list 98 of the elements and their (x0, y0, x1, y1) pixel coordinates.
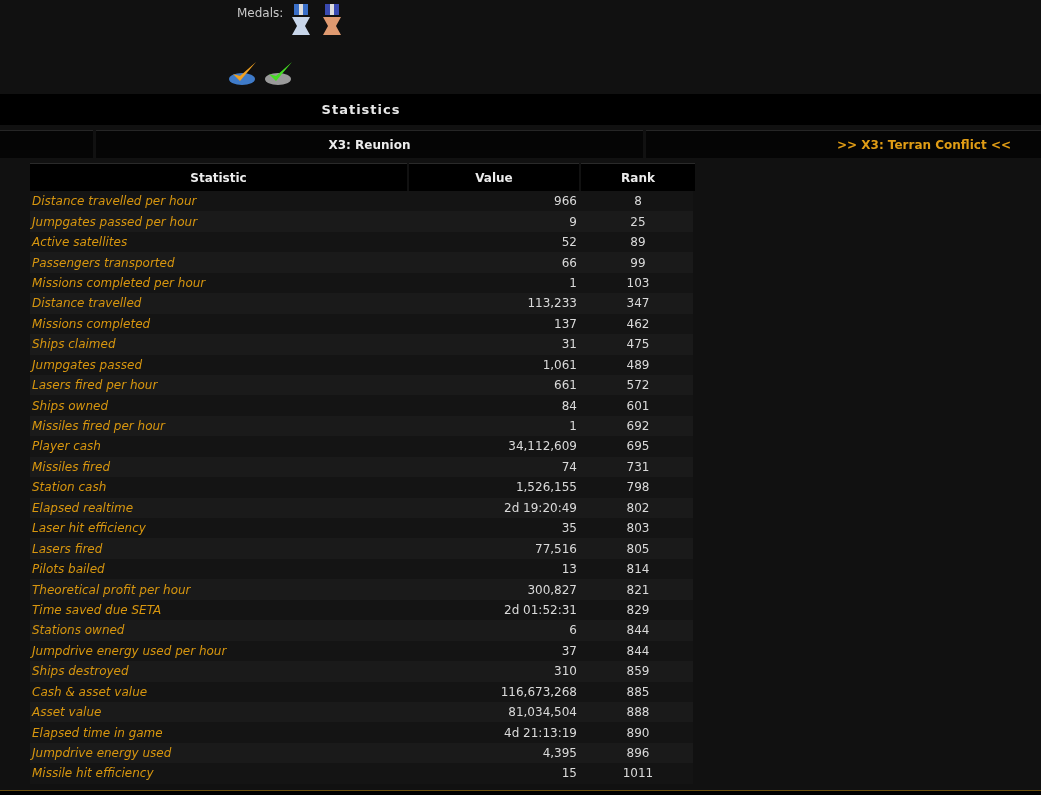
table-cell-text: Missions completed per hour (31, 274, 207, 292)
table-cell-text: 731 (625, 458, 651, 476)
table-cell-text: 601 (625, 397, 651, 415)
table-cell-text: Active satellites (30, 234, 129, 252)
table-cell-text: Ships destroyed (31, 663, 130, 681)
table-cell-text: 2d 19:20:49 (503, 499, 578, 517)
table-cell-text: Cash & asset value (31, 683, 149, 701)
table-cell-text: 966 (553, 193, 578, 211)
table-cell-text: 888 (625, 704, 651, 722)
table-cell-text: 475 (625, 336, 651, 354)
table-cell-text: 116,673,268 (499, 683, 578, 701)
column-header: Value (409, 163, 579, 191)
table-cell-text: Laser hit efficiency (31, 520, 147, 538)
table-cell-text: 1,526,155 (514, 479, 578, 497)
table-cell-text: 52 (560, 234, 578, 252)
table-cell-text: 137 (553, 315, 578, 333)
table-cell-text: Distance travelled per hour (31, 193, 198, 211)
table-cell-text: Missile hit efficiency (31, 765, 155, 783)
table-cell-text: 489 (625, 356, 651, 374)
table-cell-text: 462 (625, 315, 651, 333)
table-cell-text: Elapsed time in game (31, 724, 164, 742)
table-cell-text: 798 (625, 479, 651, 497)
table-cell-text: Jumpgates passed per hour (30, 213, 199, 231)
table-cell-text: 896 (625, 745, 651, 763)
table-cell-text: 347 (625, 295, 651, 313)
table-cell-text: Lasers fired per hour (31, 377, 159, 395)
table-cell-text: 844 (625, 622, 651, 640)
table-cell-text: Jumpgates passed (30, 356, 144, 374)
table-cell-text: Jumpdrive energy used per hour (30, 642, 228, 660)
section-title: Statistics (320, 102, 402, 117)
table-cell-text: Jumpdrive energy used (30, 745, 173, 763)
table-cell-text: 1011 (621, 765, 655, 783)
table-cell-text: Passengers transported (31, 254, 176, 272)
table-cell-text: 77,516 (534, 540, 578, 558)
table-cell-text: 572 (625, 377, 651, 395)
table-cell-text: Ships owned (31, 397, 109, 415)
table-cell-text: 1 (568, 274, 578, 292)
table-cell-text: 1 (568, 418, 578, 436)
table-cell-text: 310 (553, 663, 578, 681)
medal-icon (291, 4, 312, 36)
tab[interactable]: X3: Reunion (96, 130, 643, 158)
table-cell-text: 89 (629, 234, 647, 252)
table-cell-text: Asset value (30, 704, 103, 722)
table-cell-text: Time saved due SETA (31, 601, 163, 619)
table-cell-text: 15 (560, 765, 578, 783)
checkmark-icon (228, 60, 258, 86)
table-cell-text: 37 (560, 642, 578, 660)
table-cell-text: 300,827 (526, 581, 578, 599)
table-cell-text: 814 (625, 561, 651, 579)
table-cell-text: 35 (560, 520, 578, 538)
table-cell-text: Theoretical profit per hour (31, 581, 192, 599)
table-cell-text: 692 (625, 418, 651, 436)
table-cell-text: 103 (625, 274, 651, 292)
column-header: Rank (581, 163, 695, 191)
table-cell-text: 4d 21:13:19 (503, 724, 578, 742)
table-cell-text: 661 (553, 377, 578, 395)
table-cell-text: Distance travelled (31, 295, 143, 313)
table-cell-text: 1,061 (541, 356, 578, 374)
table-cell-text: Pilots bailed (31, 561, 106, 579)
checkmark-icon (264, 60, 294, 86)
table-cell-text: 821 (625, 581, 651, 599)
table-cell-text: 890 (625, 724, 651, 742)
table-cell-text: Player cash (31, 438, 102, 456)
table-cell-text: 803 (625, 520, 651, 538)
column-header: Statistic (30, 163, 407, 191)
medal-icon (322, 4, 343, 36)
medals-label: Medals: (237, 6, 284, 20)
table-cell-text: 6 (568, 622, 578, 640)
table-cell-text: 84 (560, 397, 578, 415)
table-cell-text: Stations owned (31, 622, 126, 640)
table-cell-text: Missions completed (31, 315, 152, 333)
table-cell-text: 25 (629, 213, 647, 231)
table-cell-text: 31 (560, 336, 578, 354)
table-cell-text: 844 (625, 642, 651, 660)
table-cell-text: 695 (625, 438, 651, 456)
table-cell-text: 74 (560, 458, 578, 476)
tab-link[interactable]: >> X3: Terran Conflict << (646, 130, 1041, 158)
table-cell-text: Elapsed realtime (31, 499, 135, 517)
table-cell-text: 885 (625, 683, 651, 701)
table-cell-text: 81,034,504 (507, 704, 578, 722)
table-cell-text: Station cash (31, 479, 108, 497)
table-cell-text: 829 (625, 601, 651, 619)
table-cell-text: 805 (625, 540, 651, 558)
table-cell-text: 99 (629, 254, 647, 272)
table-cell-text: 13 (560, 561, 578, 579)
table-cell-text: Missiles fired (31, 458, 111, 476)
table-cell-text: 66 (560, 254, 578, 272)
table-cell-text: Missiles fired per hour (31, 418, 167, 436)
table-cell-text: 34,112,609 (507, 438, 578, 456)
table-cell-text: 8 (633, 193, 643, 211)
table-cell-text: 4,395 (541, 745, 578, 763)
table-cell-text: Ships claimed (31, 336, 117, 354)
table-cell-text: 113,233 (526, 295, 578, 313)
table-cell-text: 802 (625, 499, 651, 517)
table-cell-text: Lasers fired (31, 540, 104, 558)
table-cell-text: 859 (625, 663, 651, 681)
table-cell-text: 2d 01:52:31 (503, 601, 578, 619)
table-cell-text: 9 (568, 213, 578, 231)
